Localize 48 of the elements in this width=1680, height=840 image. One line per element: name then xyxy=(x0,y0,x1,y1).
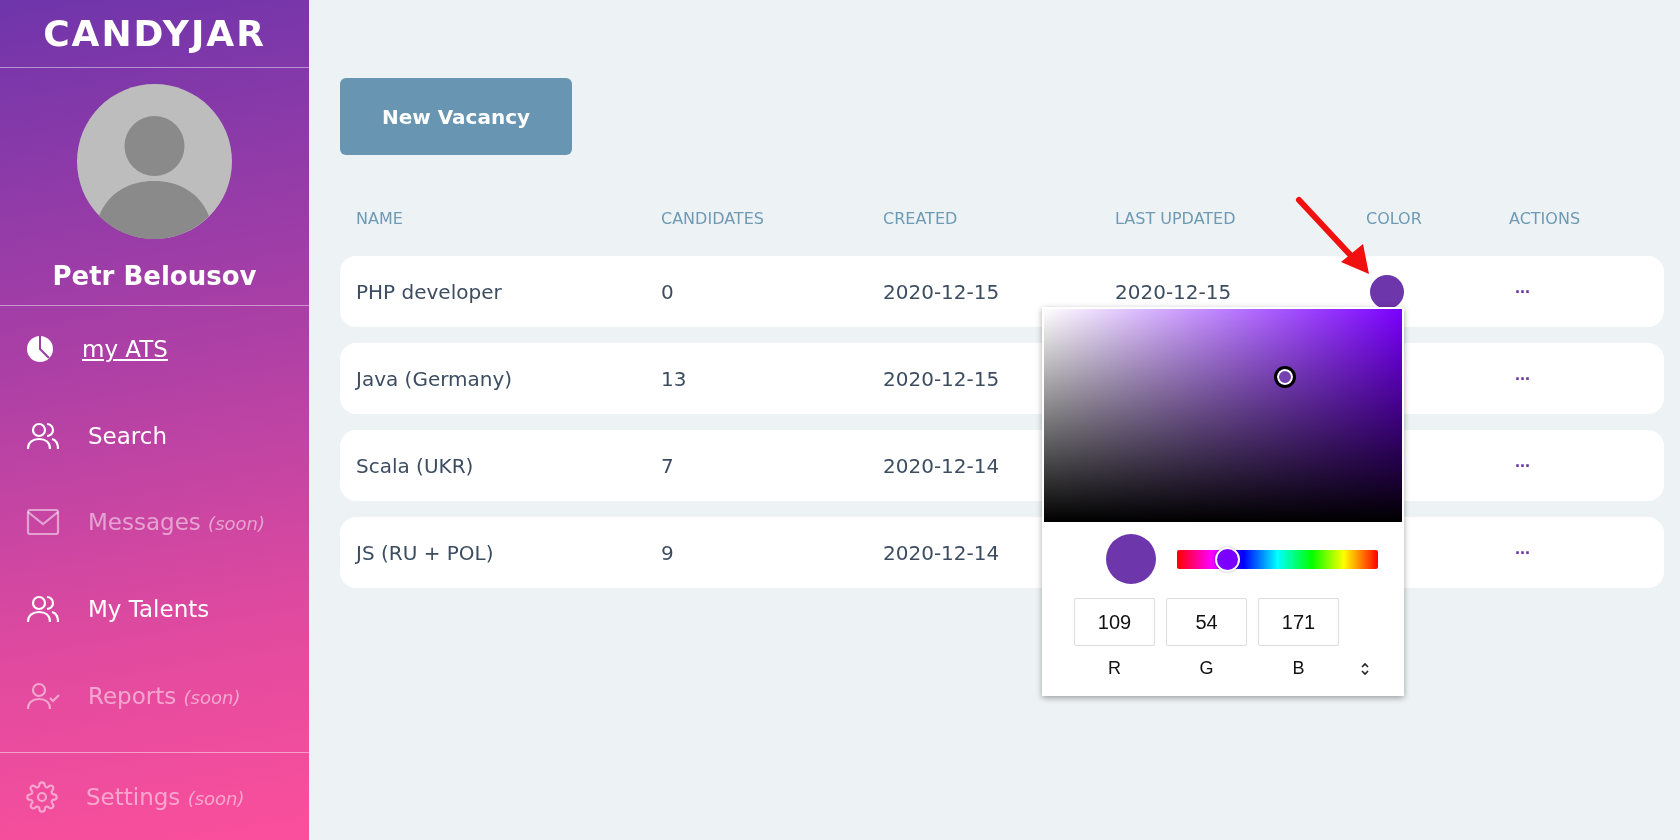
table-cell-text: 7 xyxy=(661,453,675,478)
nav-link[interactable]: my ATS xyxy=(0,306,309,393)
field-label: G xyxy=(1199,658,1214,679)
vacancy-row[interactable]: PHP developer 0 2020-12-15 2020-12-15 ... xyxy=(340,256,1664,327)
hue-slider-thumb[interactable] xyxy=(1215,546,1241,572)
column-header: COLOR xyxy=(1366,209,1423,228)
color-dot[interactable] xyxy=(1370,274,1404,309)
column-header: CREATED xyxy=(883,209,959,228)
up-down-toggle-icon[interactable] xyxy=(1360,661,1370,676)
saturation-area[interactable] xyxy=(1044,309,1402,522)
column-header: ACTIONS xyxy=(1509,209,1582,228)
input-field[interactable]: 171 xyxy=(1258,598,1339,646)
color-preview xyxy=(1106,534,1156,584)
table-cell-text: 2020-12-15 xyxy=(1115,279,1233,304)
table-cell-text: 2020-12-14 xyxy=(883,453,1001,478)
input-field[interactable]: 54 xyxy=(1166,598,1247,646)
table-cell-text: 2020-12-15 xyxy=(883,279,1001,304)
actions-menu-button[interactable]: ... xyxy=(1515,451,1530,480)
settings-icon xyxy=(26,780,58,813)
pie-chart-icon xyxy=(26,335,54,364)
user-name: Petr Belousov xyxy=(52,261,257,291)
table-cell-text: 13 xyxy=(661,366,688,391)
saturation-handle[interactable] xyxy=(1274,366,1296,388)
user-check-icon xyxy=(26,680,60,711)
table-cell-text: 0 xyxy=(661,279,675,304)
actions-menu-button[interactable]: ... xyxy=(1515,277,1530,306)
table-cell-text: PHP developer xyxy=(356,279,503,304)
nav-link[interactable]: Search xyxy=(0,392,309,480)
nav-link[interactable]: My Talents xyxy=(0,565,309,653)
users-icon xyxy=(26,594,60,625)
table-cell-text: Java (Germany) xyxy=(356,366,514,391)
field-label: R xyxy=(1108,658,1121,679)
envelope-icon xyxy=(26,508,60,537)
table-cell-text: 2020-12-15 xyxy=(883,366,1001,391)
table-cell-text: 2020-12-14 xyxy=(883,540,1001,565)
column-header: LAST UPDATED xyxy=(1115,209,1237,228)
table-cell-text: Scala (UKR) xyxy=(356,453,475,478)
table-cell-text: JS (RU + POL) xyxy=(356,540,495,565)
column-header: CANDIDATES xyxy=(661,209,765,228)
logo: CANDYJAR xyxy=(0,0,309,68)
field-label: B xyxy=(1292,658,1305,679)
column-header: NAME xyxy=(356,209,404,228)
actions-menu-button[interactable]: ... xyxy=(1515,364,1530,393)
hue-slider[interactable] xyxy=(1177,549,1378,569)
actions-menu-button[interactable]: ... xyxy=(1515,538,1530,567)
users-icon xyxy=(26,420,60,451)
input-field[interactable]: 109 xyxy=(1074,598,1155,646)
table-cell-text: 9 xyxy=(661,540,675,565)
